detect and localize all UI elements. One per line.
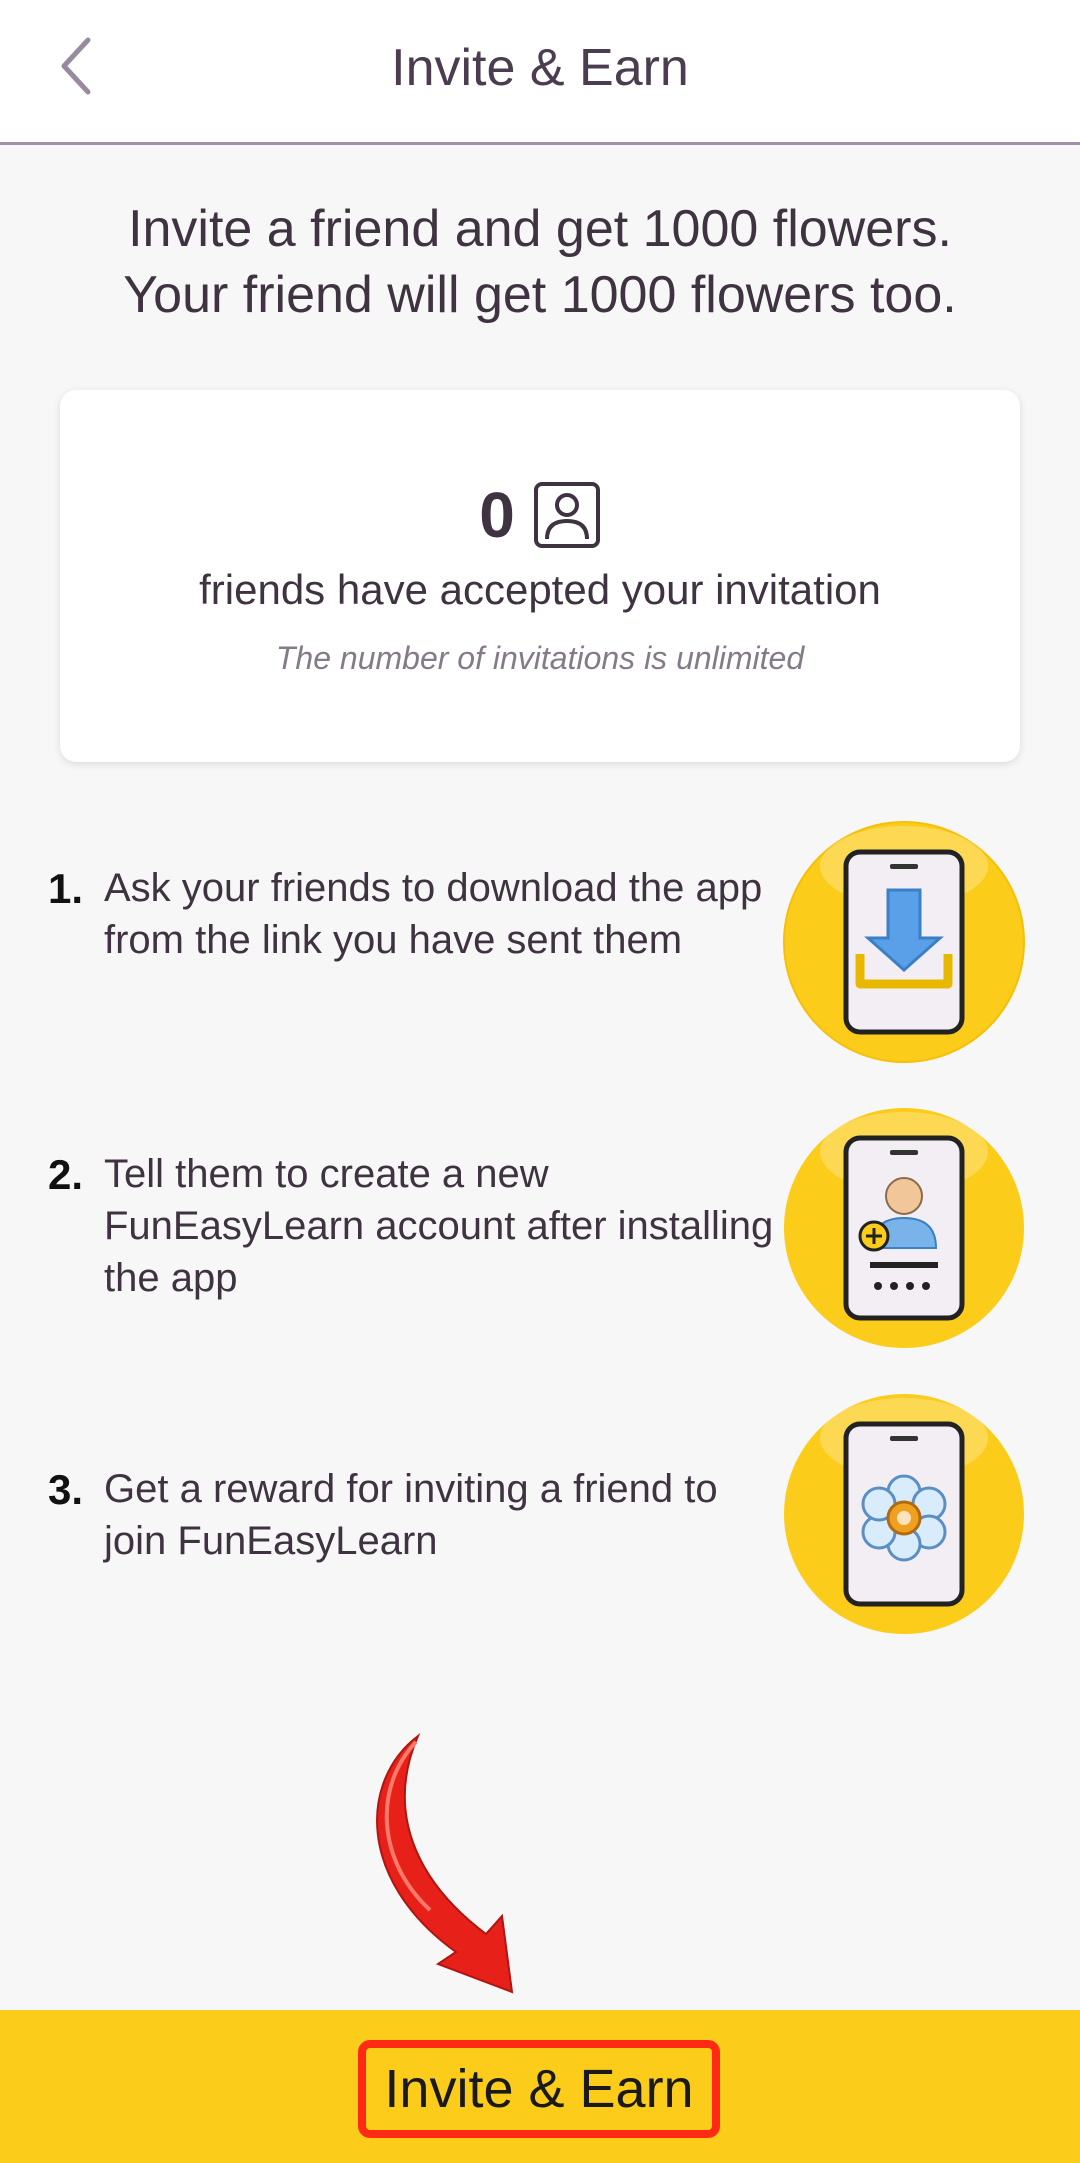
pointer-arrow-icon (376, 1732, 514, 1994)
step-number: 2. (48, 1151, 84, 1198)
unlimited-note: The number of invitations is unlimited (275, 640, 805, 676)
accepted-count-row: 0 (60, 478, 1020, 552)
step-number: 1. (48, 865, 84, 912)
intro-line-1: Invite a friend and get 1000 flowers. (128, 200, 952, 258)
step-3: 3. Get a reward for inviting a friend to… (0, 1392, 1080, 1642)
step-number: 3. (48, 1466, 84, 1513)
step-text: Get a reward for inviting a friend to jo… (104, 1467, 718, 1563)
phone-flower-icon (784, 1394, 1024, 1634)
person-icon (533, 482, 600, 548)
intro-line-2: Your friend will get 1000 flowers too. (123, 266, 957, 324)
accepted-count: 0 (479, 479, 515, 551)
phone-add-account-icon (784, 1108, 1024, 1348)
invitation-stats-card: 0 friends have accepted your invitation … (60, 390, 1020, 762)
page-title: Invite & Earn (391, 39, 689, 97)
step-2: 2. Tell them to create a new FunEasyLear… (0, 1106, 1080, 1356)
step-text: Tell them to create a new FunEasyLearn a… (104, 1152, 774, 1300)
step-text: Ask your friends to download the app fro… (104, 866, 763, 962)
invite-and-earn-button[interactable]: Invite & Earn (358, 2040, 720, 2138)
intro-text: Invite a friend and get 1000 flowers. Yo… (40, 196, 1040, 328)
top-bar: Invite & Earn (0, 0, 1080, 145)
step-1: 1. Ask your friends to download the app … (0, 820, 1080, 1070)
phone-download-icon (783, 821, 1025, 1063)
accepted-label: friends have accepted your invitation (199, 566, 881, 613)
